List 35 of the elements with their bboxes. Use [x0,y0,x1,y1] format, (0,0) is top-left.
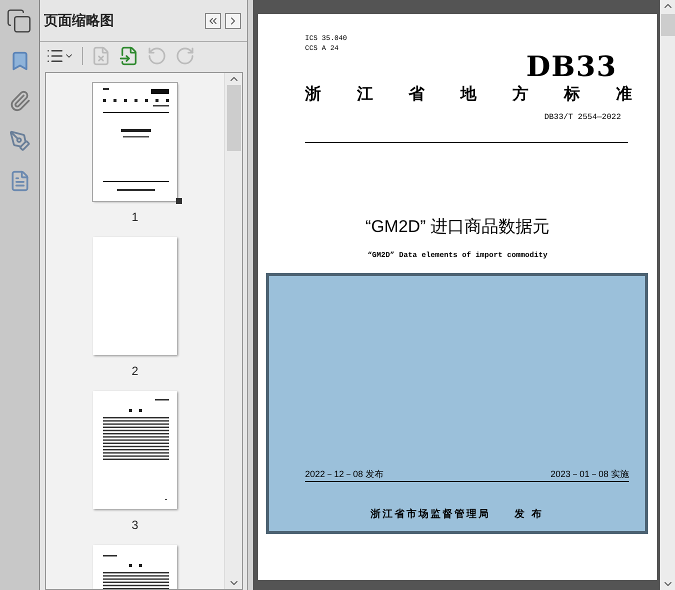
paperclip-icon[interactable] [8,90,30,112]
page-thumbnail[interactable] [93,391,177,509]
signature-icon[interactable] [8,130,30,152]
document-title: “GM2D” 进口商品数据元 [365,216,550,238]
issue-date: 2022－12－08 发布 [305,468,384,481]
next-button[interactable] [225,12,241,28]
page-number: 2 [132,364,138,378]
page-number: 1 [132,210,138,224]
scrollbar-thumb[interactable] [660,14,674,36]
standard-number: DB33/T 2554—2022 [544,113,621,122]
heading-character: 浙 [305,84,321,105]
page-number: 3 [132,518,138,532]
standard-logo: DB33 [526,54,617,80]
page-thumbnail[interactable] [93,237,177,355]
collapse-panel-button[interactable] [205,12,221,28]
heading-character: 省 [408,84,425,105]
effective-date: 2023－01－08 实施 [550,468,629,481]
options-button[interactable] [46,47,74,65]
resize-handle[interactable] [176,198,182,204]
issuer: 浙江省市场监督管理局 [370,507,491,521]
heading-character: 江 [356,84,373,105]
scrollbar[interactable] [660,0,675,590]
insert-page-button[interactable] [119,46,139,66]
page-thumbnail[interactable] [93,83,177,201]
scrollbar[interactable] [224,73,242,589]
heading-character: 方 [512,84,528,105]
heading-character: 地 [460,84,476,105]
heading-character: 标 [564,84,580,105]
issuer-action: 发 布 [514,508,544,521]
panel-title: 页面缩略图 [44,12,115,30]
scrollbar-thumb[interactable] [226,85,240,151]
heading-character: 准 [616,84,632,105]
splitter[interactable] [247,0,253,590]
pages-icon[interactable] [6,8,32,34]
list-icon [46,47,64,65]
